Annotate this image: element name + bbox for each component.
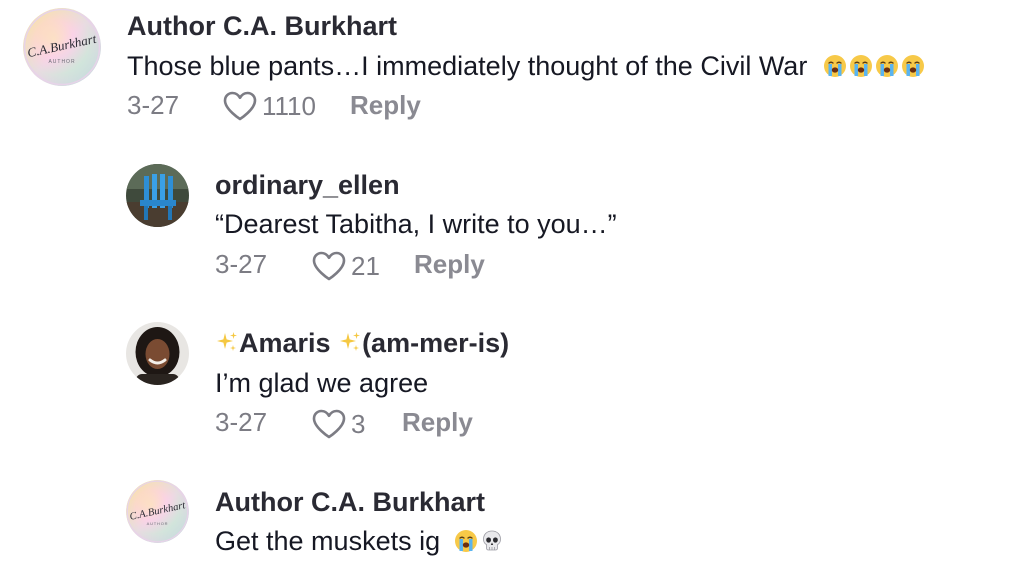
- comment-username[interactable]: Amaris (am-mer-is): [215, 330, 509, 357]
- avatar[interactable]: C.A.Burkhart AUTHOR: [126, 480, 189, 543]
- loudly-crying-face-icon: [823, 54, 847, 78]
- comment-text: Get the muskets ig: [215, 528, 504, 555]
- comment-text-content: Get the muskets ig: [215, 526, 441, 556]
- loudly-crying-face-icon: [849, 54, 873, 78]
- reply-button[interactable]: Reply: [350, 92, 421, 118]
- profile-photo-avatar-image: [126, 322, 189, 385]
- reply-button[interactable]: Reply: [402, 409, 473, 435]
- author-logo-avatar-image: C.A.Burkhart AUTHOR: [126, 480, 189, 543]
- comment-date: 3-27: [127, 90, 180, 120]
- comment-date: 3-27: [215, 407, 268, 437]
- svg-text:AUTHOR: AUTHOR: [48, 59, 75, 65]
- comment-text: “Dearest Tabitha, I write to you…”: [215, 209, 617, 239]
- username-main: Amaris: [239, 328, 331, 358]
- sparkles-icon: [338, 330, 362, 354]
- heart-icon: [222, 90, 258, 122]
- comment-username[interactable]: Author C.A. Burkhart: [127, 13, 397, 40]
- heart-icon: [311, 408, 347, 440]
- loudly-crying-face-icon: [875, 54, 899, 78]
- blue-chair-avatar-image: [126, 164, 189, 227]
- comment-username[interactable]: ordinary_ellen: [215, 172, 400, 199]
- like-count: 21: [351, 251, 380, 281]
- skull-icon: [480, 529, 504, 553]
- comment-text: Those blue pants…I immediately thought o…: [127, 53, 925, 80]
- avatar[interactable]: C.A.Burkhart AUTHOR: [23, 8, 101, 86]
- like-button[interactable]: 1110: [222, 90, 316, 122]
- svg-text:AUTHOR: AUTHOR: [147, 521, 169, 526]
- username-pronunciation: (am-mer-is): [362, 328, 510, 358]
- comment-text: I’m glad we agree: [215, 368, 429, 398]
- like-button[interactable]: 3: [311, 408, 365, 440]
- like-button[interactable]: 21: [311, 250, 380, 282]
- heart-icon: [311, 250, 347, 282]
- like-count: 1110: [262, 91, 316, 121]
- comment-text-content: Those blue pants…I immediately thought o…: [127, 51, 808, 81]
- comment-date: 3-27: [215, 249, 268, 279]
- loudly-crying-face-icon: [901, 54, 925, 78]
- avatar[interactable]: [126, 164, 189, 227]
- author-logo-avatar-image: C.A.Burkhart AUTHOR: [23, 8, 101, 86]
- like-count: 3: [351, 409, 366, 439]
- avatar[interactable]: [126, 322, 189, 385]
- sparkles-icon: [215, 330, 239, 354]
- comment-username[interactable]: Author C.A. Burkhart: [215, 489, 485, 516]
- loudly-crying-face-icon: [454, 529, 478, 553]
- reply-button[interactable]: Reply: [414, 251, 485, 277]
